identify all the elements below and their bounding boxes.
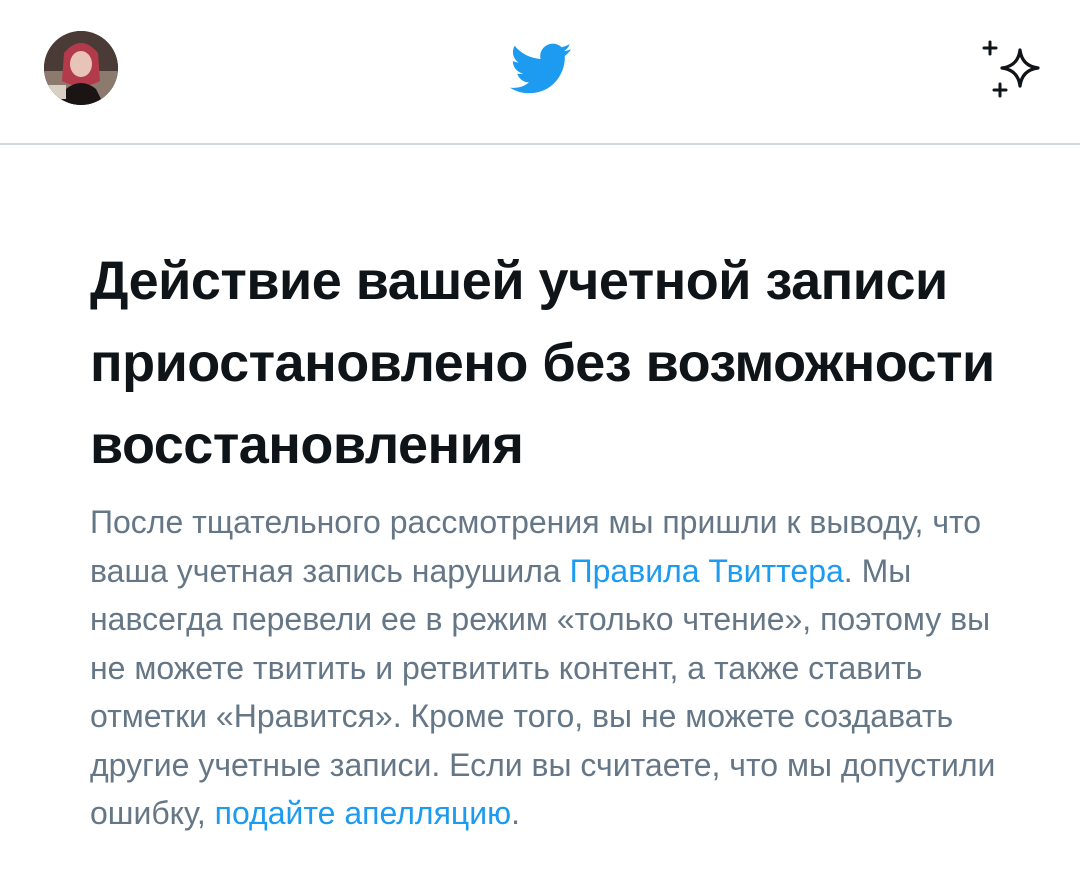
notice-body-text-2: . Мы навсегда перевели ее в режим «тольк… (90, 552, 996, 832)
notice-title: Действие вашей учетной записи приостанов… (90, 251, 995, 475)
sparkle-icon[interactable] (980, 40, 1046, 100)
notice-body: После тщательного рассмотрения мы пришли… (90, 498, 1010, 838)
twitter-bird-icon[interactable] (509, 43, 573, 95)
avatar[interactable] (44, 31, 118, 105)
notice-body-end: . (511, 795, 520, 831)
twitter-rules-link[interactable]: Правила Твиттера (570, 553, 844, 589)
appeal-link[interactable]: подайте апелляцию (215, 795, 511, 831)
suspension-notice: Действие вашей учетной записи приостанов… (90, 240, 1010, 838)
top-app-bar (0, 0, 1080, 145)
avatar-image (44, 31, 118, 105)
